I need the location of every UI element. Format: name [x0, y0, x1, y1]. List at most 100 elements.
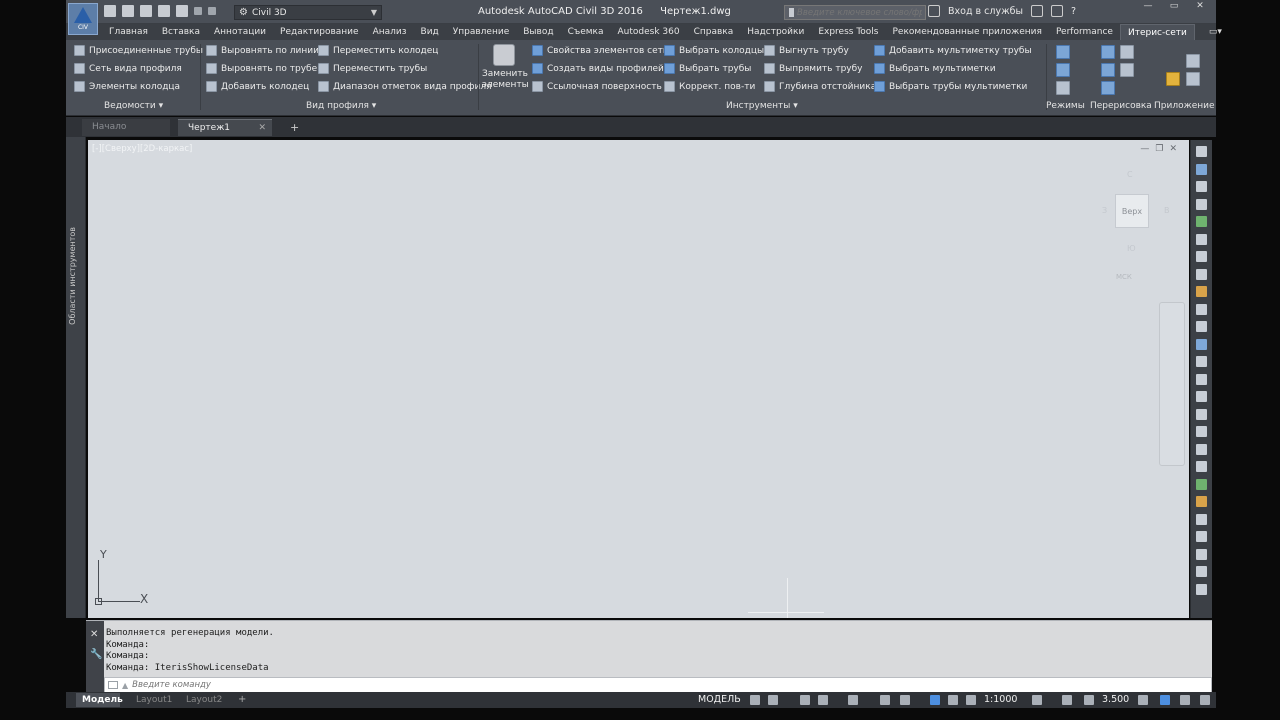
vertical-tool-icon[interactable] — [1196, 198, 1207, 210]
new-file-icon[interactable] — [104, 5, 116, 17]
wrench-icon[interactable]: 🔧 — [90, 649, 102, 660]
folder-icon[interactable] — [1166, 72, 1180, 86]
viewcube-west[interactable]: З — [1102, 206, 1107, 215]
vertical-tool-icon[interactable] — [1196, 391, 1207, 402]
viewport-controls-label[interactable]: [-][Сверху][2D-каркас] — [92, 144, 192, 154]
ribbon-tab[interactable]: Рекомендованные приложения — [886, 24, 1049, 40]
units-icon[interactable] — [1084, 695, 1094, 705]
navigation-bar[interactable] — [1159, 302, 1185, 466]
sump-depth-button[interactable]: Глубина отстойника — [764, 80, 876, 93]
reference-surface-button[interactable]: Ссылочная поверхность — [532, 80, 669, 93]
help-button[interactable]: ? — [1071, 6, 1076, 17]
select-multileaders-button[interactable]: Выбрать мультиметки — [874, 62, 1032, 75]
move-structure-button[interactable]: Переместить колодец — [318, 44, 492, 57]
ribbon-tab[interactable]: Итерис-сети — [1119, 24, 1195, 40]
new-tab-button[interactable]: + — [280, 119, 309, 136]
drawing-canvas[interactable]: [-][Сверху][2D-каркас] — ❐ ✕ С З В Ю Вер… — [88, 140, 1189, 618]
model-space-toggle[interactable]: МОДЕЛЬ — [698, 694, 741, 705]
minimize-icon[interactable]: — — [1136, 1, 1160, 13]
tab-start[interactable]: Начало — [82, 119, 170, 136]
osnap-icon[interactable] — [900, 695, 910, 705]
wcs-menu[interactable]: МСК — [1116, 273, 1132, 281]
mode-icon-2[interactable] — [1056, 63, 1070, 77]
vertical-tool-icon[interactable] — [1196, 146, 1207, 157]
viewport-close-icon[interactable]: ✕ — [1169, 144, 1177, 154]
ribbon-tab[interactable]: Анализ — [366, 24, 414, 40]
application-menu-button[interactable]: CIV — [68, 3, 98, 35]
select-pipes-button[interactable]: Выбрать трубы — [664, 62, 764, 75]
customization-icon[interactable] — [1200, 695, 1210, 705]
search-input[interactable] — [797, 7, 922, 18]
vertical-tool-icon[interactable] — [1196, 251, 1207, 262]
structure-elements-button[interactable]: Элементы колодца — [74, 80, 203, 93]
annotation-scale[interactable]: 1:1000 — [984, 694, 1017, 705]
network-properties-button[interactable]: Свойства элементов сети — [532, 44, 669, 57]
tool-palette-strip[interactable]: Области инструментов — [66, 137, 86, 618]
grid-icon[interactable] — [750, 695, 760, 705]
search-box[interactable] — [784, 5, 926, 20]
profile-network-button[interactable]: Сеть вида профиля — [74, 62, 203, 75]
ribbon-tab[interactable]: Съемка — [561, 24, 611, 40]
viewcube-north[interactable]: С — [1127, 170, 1133, 179]
vertical-tool-icon[interactable] — [1196, 496, 1207, 507]
maximize-icon[interactable]: ▭ — [1162, 1, 1186, 13]
plus-icon[interactable] — [1062, 695, 1072, 705]
vertical-tool-icon[interactable] — [1196, 356, 1207, 367]
ortho-icon[interactable] — [800, 695, 810, 705]
vertical-tool-icon[interactable] — [1196, 408, 1207, 420]
redraw-icon-4[interactable] — [1120, 45, 1134, 59]
add-layout-button[interactable]: + — [232, 693, 252, 707]
straighten-pipe-button[interactable]: Выпрямить трубу — [764, 62, 876, 75]
create-profile-views-button[interactable]: Создать виды профилей — [532, 62, 669, 75]
align-by-line-button[interactable]: Выровнять по линии — [206, 44, 319, 57]
vertical-tool-icon[interactable] — [1196, 338, 1207, 350]
autoscale-icon[interactable] — [948, 695, 958, 705]
osnap-tracking-icon[interactable] — [880, 695, 890, 705]
chevron-up-icon[interactable]: ▲ — [122, 681, 128, 690]
vertical-tool-icon[interactable] — [1196, 426, 1207, 437]
vertical-tool-icon[interactable] — [1196, 181, 1207, 192]
select-structures-button[interactable]: Выбрать колодцы — [664, 44, 764, 57]
connected-pipes-button[interactable]: Присоединенные трубы — [74, 44, 203, 57]
panel-label-vedomosti[interactable]: Ведомости ▾ — [104, 101, 163, 111]
ribbon-tab[interactable]: Вывод — [516, 24, 560, 40]
open-file-icon[interactable] — [122, 5, 134, 17]
save-as-icon[interactable] — [158, 5, 170, 17]
undo-icon[interactable] — [194, 7, 202, 15]
ribbon-tab[interactable]: Autodesk 360 — [611, 24, 687, 40]
panel-label-vid-profilya[interactable]: Вид профиля ▾ — [306, 101, 376, 111]
ribbon-tab[interactable]: Performance — [1049, 24, 1120, 40]
mode-icon-3[interactable] — [1056, 81, 1070, 95]
vertical-tool-icon[interactable] — [1196, 531, 1207, 542]
vertical-tool-icon[interactable] — [1196, 478, 1207, 490]
ribbon-tab[interactable]: Вид — [414, 24, 446, 40]
binoculars-icon[interactable] — [928, 5, 940, 17]
hardware-acceleration-icon[interactable] — [1160, 695, 1170, 705]
elevation-range-button[interactable]: Диапазон отметок вида профиля — [318, 80, 492, 93]
redraw-icon-5[interactable] — [1120, 63, 1134, 77]
vertical-tool-icon[interactable] — [1196, 286, 1207, 297]
workspace-gear-icon[interactable] — [1032, 695, 1042, 705]
add-structure-button[interactable]: Добавить колодец — [206, 80, 319, 93]
ribbon-tab[interactable]: Управление — [446, 24, 516, 40]
tab-layout1[interactable]: Layout1 — [130, 693, 178, 707]
vertical-tool-icon[interactable] — [1196, 216, 1207, 227]
exchange-icon[interactable] — [1031, 5, 1043, 17]
close-tab-icon[interactable]: ✕ — [258, 120, 266, 137]
ribbon-tab[interactable]: Аннотации — [207, 24, 273, 40]
vertical-tool-icon[interactable] — [1196, 566, 1207, 577]
vertical-tool-icon[interactable] — [1196, 163, 1207, 175]
vertical-tool-icon[interactable] — [1196, 373, 1207, 385]
redraw-icon-2[interactable] — [1101, 63, 1115, 77]
vertical-tool-icon[interactable] — [1196, 268, 1207, 280]
polar-icon[interactable] — [818, 695, 828, 705]
workspace-select[interactable]: ⚙ Civil 3D ▼ — [234, 5, 382, 20]
viewcube-south[interactable]: Ю — [1127, 244, 1136, 253]
vertical-tool-icon[interactable] — [1196, 303, 1207, 315]
save-icon[interactable] — [140, 5, 152, 17]
align-by-pipe-button[interactable]: Выровнять по трубе — [206, 62, 319, 75]
annotation-scale-icon[interactable] — [966, 695, 976, 705]
command-window-handle[interactable]: ✕ 🔧 — [86, 621, 104, 697]
select-multileader-pipes-button[interactable]: Выбрать трубы мультиметки — [874, 80, 1032, 93]
network-icon[interactable] — [1051, 5, 1063, 17]
